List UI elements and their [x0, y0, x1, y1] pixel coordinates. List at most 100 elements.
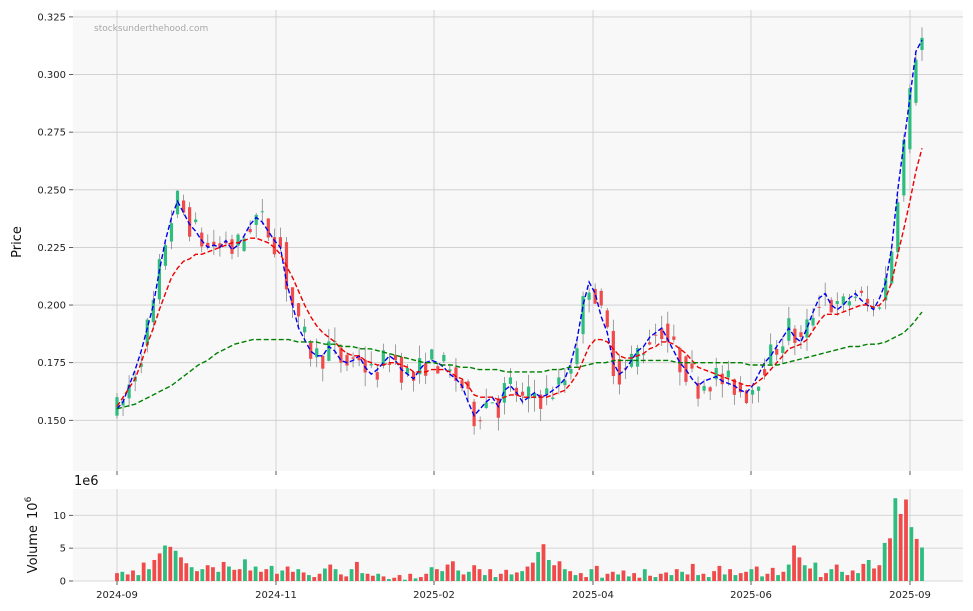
volume-bar [349, 569, 354, 581]
volume-bar [744, 571, 748, 581]
candle-body [726, 370, 730, 378]
candle-body [424, 363, 428, 376]
volume-bar [685, 574, 690, 581]
volume-bar [781, 571, 786, 581]
volume-bar [664, 572, 669, 581]
volume-bar [269, 565, 274, 581]
volume-bar [562, 569, 567, 581]
volume-bar [616, 574, 621, 581]
candle-body [702, 385, 706, 391]
candle-body [799, 332, 803, 337]
price-ytick-label: 0.250 [37, 185, 66, 196]
volume-bar [642, 569, 647, 581]
volume-bar [850, 570, 855, 581]
price-ytick-label: 0.300 [37, 70, 66, 81]
volume-bar [840, 571, 844, 581]
volume-bar [493, 577, 498, 581]
volume-bar [466, 571, 471, 581]
volume-bar [189, 567, 194, 581]
volume-bar [621, 570, 626, 581]
candle-body [169, 223, 174, 242]
volume-bar [429, 567, 434, 581]
candle-body [296, 303, 301, 317]
volume-ytick-label: 10 [53, 511, 66, 522]
volume-bar [243, 559, 247, 581]
volume-bar [248, 570, 253, 581]
volume-bar [541, 544, 546, 581]
volume-bar [227, 566, 231, 581]
volume-bar [498, 573, 503, 581]
candle-body [442, 354, 446, 362]
volume-unit-exponent: 6 [24, 496, 34, 502]
xtick-label: 2025-09 [889, 590, 931, 601]
candle-body [599, 290, 603, 306]
candle-body [345, 355, 349, 366]
volume-bar [120, 571, 125, 581]
candle-body [357, 357, 361, 361]
volume-bar [637, 577, 642, 581]
volume-bar [216, 571, 221, 581]
volume-axis-label: Volume 106 [24, 496, 41, 573]
volume-bar [205, 565, 210, 581]
volume-bar [200, 569, 205, 581]
candle-body [672, 336, 676, 340]
volume-bar [872, 568, 876, 581]
volume-bar [632, 573, 637, 581]
volume-bar [765, 573, 770, 581]
volume-bar [141, 562, 146, 581]
volume-bar [488, 569, 493, 581]
xtick-label: 2025-02 [413, 590, 455, 601]
volume-bar [397, 575, 402, 581]
price-ytick-label: 0.150 [37, 416, 66, 427]
stock-chart: 0.150 0.175 0.200 0.225 0.250 0.275 0.300 0.325… [10, 10, 963, 601]
volume-bar [914, 538, 919, 581]
volume-bar [738, 573, 743, 581]
volume-bar [344, 576, 349, 581]
candle-body [654, 334, 658, 336]
volume-bar [680, 571, 684, 581]
candle-body [290, 287, 295, 306]
volume-bar [291, 571, 295, 581]
candle-body [611, 330, 615, 377]
xtick-label: 2024-11 [255, 590, 297, 601]
volume-bar [333, 569, 338, 581]
volume-bar [365, 573, 370, 581]
volume-bar [717, 565, 722, 581]
volume-bar [792, 545, 796, 581]
candle-body [853, 296, 858, 298]
volume-bar [813, 562, 818, 581]
candle-body [520, 391, 525, 396]
volume-bar [712, 571, 716, 581]
candle-body [569, 369, 573, 374]
candle-body [750, 390, 755, 395]
candle-body [321, 355, 325, 369]
volume-bar [856, 573, 860, 581]
volume-bar [909, 527, 914, 581]
volume-bar [786, 564, 791, 581]
volume-bar [920, 547, 924, 581]
volume-bar [573, 575, 578, 581]
volume-bar [669, 575, 674, 581]
candle-body [375, 372, 379, 380]
candle-body [496, 398, 500, 418]
volume-bar [696, 575, 700, 581]
candle-body [351, 357, 355, 359]
volume-bar [557, 561, 562, 581]
volume-bar [477, 569, 482, 581]
candle-body [194, 219, 198, 223]
candle-body [720, 373, 724, 385]
volume-bar [211, 567, 215, 581]
volume-bar [434, 569, 439, 581]
xtick-label: 2024-09 [96, 590, 138, 601]
price-ytick-label: 0.325 [37, 12, 66, 23]
volume-bar [472, 565, 477, 581]
volume-bar [514, 572, 519, 581]
candle-body [920, 37, 924, 51]
candle-body [781, 346, 785, 353]
volume-bar [760, 576, 764, 581]
volume-bar [402, 579, 407, 581]
volume-bar [195, 571, 199, 581]
volume-bar [232, 569, 237, 581]
price-y-ticks: 0.150 0.175 0.200 0.225 0.250 0.275 0.300 0.325 [37, 12, 73, 427]
volume-unit-label: 10 [26, 502, 41, 519]
